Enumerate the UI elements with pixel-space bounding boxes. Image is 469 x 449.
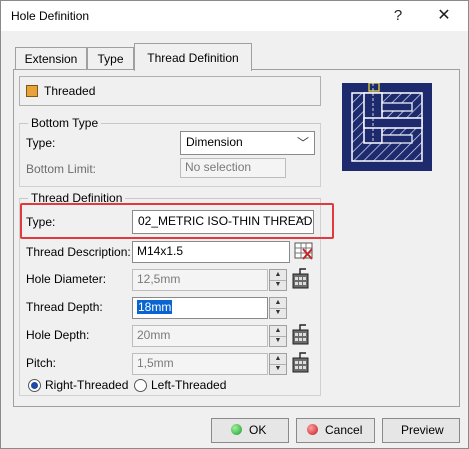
hole-diameter-label: Hole Diameter: <box>26 272 107 286</box>
threaded-label: Threaded <box>44 84 96 98</box>
hole-diameter-spinner[interactable]: ▲ ▼ <box>269 269 287 291</box>
hole-depth-value: 20mm <box>137 328 171 342</box>
bottom-type-group: Bottom Type Type: Dimension ﹀ Bottom Lim… <box>19 116 321 187</box>
thread-description-field[interactable]: M14x1.5 <box>132 241 290 263</box>
highlight-annotation <box>20 203 334 239</box>
formula-icon[interactable] <box>290 352 312 374</box>
bottom-type-legend: Bottom Type <box>28 116 102 130</box>
bottom-type-combo[interactable]: Dimension ﹀ <box>180 131 315 155</box>
ok-button[interactable]: OK <box>211 418 289 443</box>
formula-icon[interactable] <box>290 324 312 346</box>
thread-depth-label: Thread Depth: <box>26 300 103 314</box>
spin-down-icon[interactable]: ▼ <box>270 364 286 374</box>
hole-diameter-field[interactable]: 12,5mm <box>132 269 268 291</box>
cancel-label: Cancel <box>325 423 363 437</box>
spin-down-icon[interactable]: ▼ <box>270 280 286 290</box>
thread-depth-field[interactable]: 18mm <box>132 297 268 319</box>
hole-diameter-value: 12,5mm <box>137 272 181 286</box>
preview-label: Preview <box>401 423 444 437</box>
pitch-spinner[interactable]: ▲ ▼ <box>269 353 287 375</box>
hole-depth-spinner[interactable]: ▲ ▼ <box>269 325 287 347</box>
close-button[interactable]: ✕ <box>421 1 467 31</box>
thread-depth-value: 18mm <box>137 300 173 314</box>
bottom-limit-label: Bottom Limit: <box>26 162 97 176</box>
thread-depth-spinner[interactable]: ▲ ▼ <box>269 297 287 319</box>
threaded-box: Threaded <box>19 76 321 106</box>
bottom-limit-field[interactable]: No selection <box>180 158 286 178</box>
bottom-limit-value: No selection <box>185 160 252 174</box>
tab-thread-definition[interactable]: Thread Definition <box>134 43 252 71</box>
ok-icon <box>231 424 242 435</box>
thread-description-label: Thread Description: <box>26 245 131 259</box>
pitch-value: 1,5mm <box>137 356 174 370</box>
ok-label: OK <box>249 423 267 437</box>
hole-depth-label: Hole Depth: <box>26 328 90 342</box>
help-button[interactable]: ? <box>375 1 421 31</box>
cancel-icon <box>307 424 318 435</box>
preview-button[interactable]: Preview <box>382 418 460 443</box>
pitch-field[interactable]: 1,5mm <box>132 353 268 375</box>
bottom-type-label: Type: <box>26 136 56 150</box>
spin-down-icon[interactable]: ▼ <box>270 336 286 346</box>
threaded-checkbox[interactable] <box>26 85 38 97</box>
bottom-type-value: Dimension <box>186 135 243 149</box>
chevron-down-icon: ﹀ <box>296 136 309 150</box>
right-threaded-label: Right-Threaded <box>45 378 129 392</box>
title-bar: Hole Definition ? ✕ <box>1 1 468 31</box>
spin-down-icon[interactable]: ▼ <box>270 308 286 318</box>
hole-preview-image <box>342 82 432 171</box>
dialog-title: Hole Definition <box>11 9 90 23</box>
hole-definition-dialog: Hole Definition ? ✕ Extension Type Threa… <box>0 0 469 449</box>
hole-depth-field[interactable]: 20mm <box>132 325 268 347</box>
left-threaded-label: Left-Threaded <box>151 378 227 392</box>
pitch-label: Pitch: <box>26 356 57 370</box>
cancel-button[interactable]: Cancel <box>296 418 375 443</box>
tab-type[interactable]: Type <box>87 47 134 70</box>
tab-extension[interactable]: Extension <box>15 47 87 70</box>
right-threaded-radio[interactable] <box>28 379 41 392</box>
thread-description-value: M14x1.5 <box>137 244 184 258</box>
table-lookup-icon[interactable] <box>293 240 315 262</box>
formula-icon[interactable] <box>290 268 312 290</box>
left-threaded-radio[interactable] <box>134 379 147 392</box>
